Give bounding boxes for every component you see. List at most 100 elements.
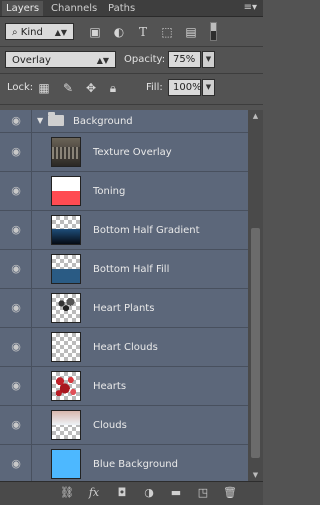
chevron-down-icon: ▲▼ bbox=[96, 56, 109, 65]
clouds-image bbox=[52, 411, 80, 425]
texture-pattern bbox=[52, 147, 80, 159]
filter-pixel-icon[interactable]: ▣ bbox=[87, 24, 103, 40]
new-group-folder-icon[interactable]: ▬ bbox=[168, 486, 184, 500]
visibility-eye-icon[interactable]: ◉ bbox=[8, 145, 24, 159]
divider bbox=[31, 406, 32, 444]
lock-all-icon[interactable]: 🔒︎ bbox=[106, 80, 120, 96]
layer-row[interactable]: ◉ Clouds bbox=[0, 406, 248, 445]
fill-dropdown-button[interactable]: ▼ bbox=[202, 79, 215, 96]
lock-transparent-pixels-icon[interactable]: ▦ bbox=[37, 80, 51, 96]
scrollbar-thumb[interactable] bbox=[251, 228, 260, 458]
filter-kind-dropdown[interactable]: ⌕ Kind ▲▼ bbox=[5, 23, 74, 40]
layer-row[interactable]: ◉ Toning bbox=[0, 172, 248, 211]
filter-type-icon[interactable]: T bbox=[135, 24, 151, 40]
visibility-eye-icon[interactable]: ◉ bbox=[8, 184, 24, 198]
divider bbox=[31, 445, 32, 481]
layer-name: Heart Clouds bbox=[93, 342, 158, 353]
layer-name: Blue Background bbox=[93, 459, 178, 470]
layers-panel: Layers Channels Paths ≡▾ ⌕ Kind ▲▼ ▣ ◐ T… bbox=[0, 0, 263, 505]
layer-name: Heart Plants bbox=[93, 303, 155, 314]
search-icon: ⌕ bbox=[12, 27, 21, 38]
new-layer-icon[interactable]: ◳ bbox=[195, 486, 211, 500]
layer-thumbnail bbox=[51, 449, 81, 479]
divider bbox=[31, 110, 32, 132]
layer-thumbnail bbox=[51, 176, 81, 206]
layer-thumbnail bbox=[51, 254, 81, 284]
layer-row[interactable]: ◉ Hearts bbox=[0, 367, 248, 406]
divider bbox=[31, 328, 32, 366]
adjustment-layer-icon[interactable]: ◑ bbox=[141, 486, 157, 500]
gradient-fill bbox=[52, 229, 80, 244]
opacity-input[interactable]: 75% bbox=[168, 51, 201, 68]
panel-menu-icon[interactable]: ≡▾ bbox=[244, 2, 257, 13]
visibility-eye-icon[interactable]: ◉ bbox=[8, 379, 24, 393]
layer-name: Texture Overlay bbox=[93, 147, 172, 158]
layer-row[interactable]: ◉ Blue Background bbox=[0, 445, 248, 481]
layers-list: ◉ ▼ Background ◉ Texture Overlay ◉ Tonin… bbox=[0, 110, 248, 481]
delete-layer-trash-icon[interactable]: 🗑︎ bbox=[222, 486, 238, 500]
folder-icon bbox=[48, 112, 64, 126]
scroll-up-icon[interactable]: ▲ bbox=[248, 110, 263, 122]
filter-kind-label: Kind bbox=[20, 27, 43, 38]
layer-name: Bottom Half Fill bbox=[93, 264, 170, 275]
blend-mode-value: Overlay bbox=[12, 55, 51, 66]
visibility-eye-icon[interactable]: ◉ bbox=[8, 418, 24, 432]
visibility-eye-icon[interactable]: ◉ bbox=[8, 457, 24, 471]
filter-adjustment-icon[interactable]: ◐ bbox=[111, 24, 127, 40]
filter-smart-object-icon[interactable]: ▤ bbox=[183, 24, 199, 40]
layer-row[interactable]: ◉ Texture Overlay bbox=[0, 133, 248, 172]
scroll-down-icon[interactable]: ▼ bbox=[248, 469, 263, 481]
panel-tab-bar: Layers Channels Paths ≡▾ bbox=[0, 0, 263, 17]
opacity-label: Opacity: bbox=[124, 54, 166, 65]
divider bbox=[0, 73, 263, 74]
visibility-eye-icon[interactable]: ◉ bbox=[8, 340, 24, 354]
layer-thumbnail bbox=[51, 371, 81, 401]
layer-name: Hearts bbox=[93, 381, 127, 392]
tab-channels[interactable]: Channels bbox=[47, 1, 101, 16]
layer-row[interactable]: ◉ Bottom Half Fill bbox=[0, 250, 248, 289]
layers-scrollbar[interactable]: ▲ ▼ bbox=[248, 110, 263, 481]
tab-paths[interactable]: Paths bbox=[104, 1, 139, 16]
filter-toggle[interactable] bbox=[210, 22, 217, 41]
divider bbox=[31, 133, 32, 171]
lock-label: Lock: bbox=[7, 82, 34, 93]
divider bbox=[31, 250, 32, 288]
visibility-eye-icon[interactable]: ◉ bbox=[8, 262, 24, 276]
solid-fill bbox=[52, 269, 80, 283]
visibility-eye-icon[interactable]: ◉ bbox=[8, 223, 24, 237]
layer-row[interactable]: ◉ Bottom Half Gradient bbox=[0, 211, 248, 250]
layer-name: Bottom Half Gradient bbox=[93, 225, 200, 236]
tab-layers[interactable]: Layers bbox=[2, 1, 44, 16]
divider bbox=[0, 46, 263, 47]
filter-toggle-knob bbox=[211, 23, 216, 31]
lock-image-pixels-icon[interactable]: ✎ bbox=[61, 80, 75, 96]
lock-position-icon[interactable]: ✥ bbox=[84, 80, 98, 96]
group-name: Background bbox=[73, 116, 133, 127]
visibility-eye-icon[interactable]: ◉ bbox=[8, 301, 24, 315]
layer-group-background[interactable]: ◉ ▼ Background bbox=[0, 110, 248, 133]
layer-name: Clouds bbox=[93, 420, 127, 431]
opacity-dropdown-button[interactable]: ▼ bbox=[202, 51, 215, 68]
blend-mode-dropdown[interactable]: Overlay ▲▼ bbox=[5, 51, 116, 68]
layer-row[interactable]: ◉ Heart Plants bbox=[0, 289, 248, 328]
divider bbox=[0, 104, 263, 105]
filter-shape-icon[interactable]: ⬚ bbox=[159, 24, 175, 40]
layer-thumbnail bbox=[51, 410, 81, 440]
expand-triangle-icon[interactable]: ▼ bbox=[37, 115, 43, 127]
fill-label: Fill: bbox=[146, 82, 163, 93]
layer-style-fx-icon[interactable]: fx bbox=[86, 486, 102, 500]
fill-input[interactable]: 100% bbox=[168, 79, 202, 96]
visibility-eye-icon[interactable]: ◉ bbox=[8, 114, 24, 128]
layers-footer-toolbar: ⛓ fx ◘ ◑ ▬ ◳ 🗑︎ bbox=[0, 481, 263, 505]
layer-thumbnail bbox=[51, 137, 81, 167]
divider bbox=[31, 211, 32, 249]
link-layers-icon[interactable]: ⛓ bbox=[59, 486, 75, 500]
add-mask-icon[interactable]: ◘ bbox=[114, 486, 130, 500]
hearts-pattern bbox=[54, 374, 78, 398]
chevron-down-icon: ▲▼ bbox=[54, 28, 67, 37]
layer-row[interactable]: ◉ Heart Clouds bbox=[0, 328, 248, 367]
layer-thumbnail bbox=[51, 332, 81, 362]
layer-name: Toning bbox=[93, 186, 126, 197]
layer-thumbnail bbox=[51, 215, 81, 245]
plants-pattern bbox=[55, 297, 77, 313]
